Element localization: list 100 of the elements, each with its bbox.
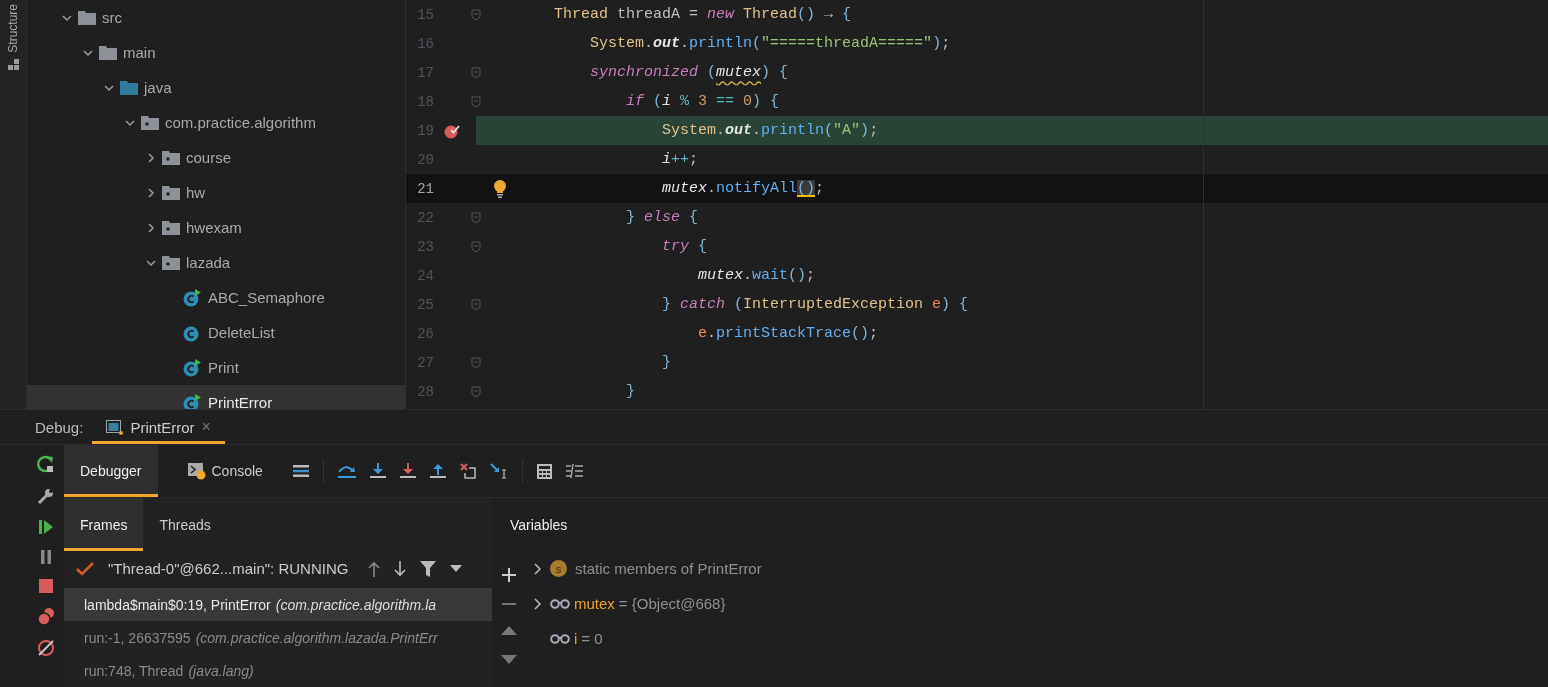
stop-icon[interactable] [38,579,53,593]
tree-item[interactable]: src [27,0,405,35]
tree-item[interactable]: Print [27,350,405,385]
frames-tab[interactable]: Threads [143,498,227,551]
code-line: if (i % 3 == 0) { [626,93,780,110]
folder-icon [120,80,138,95]
resume-icon[interactable] [37,519,54,535]
variable-value: = {Object@668} [618,595,726,612]
code-line: e.printStackTrace(); [698,325,879,342]
folder-icon [78,10,96,25]
window-icon [106,419,124,435]
breakpoints-icon[interactable] [36,607,55,625]
chevron-down-icon[interactable] [125,117,135,128]
code-line: } [662,354,671,371]
line-number: 18 [416,93,434,110]
down-triangle-icon[interactable] [501,655,517,664]
trace-icon[interactable] [565,464,583,478]
code-line: Thread threadA = new Thread() → { [554,6,852,23]
structure-tab[interactable]: Structure [6,4,20,53]
code-line: try { [662,238,708,255]
chevron-down-icon[interactable] [146,257,156,268]
rerun-icon[interactable] [36,455,55,473]
tree-item[interactable]: hwexam [27,210,405,245]
close-icon[interactable]: × [201,418,211,436]
step-into-icon[interactable] [369,463,386,479]
console-icon [187,462,206,480]
lightbulb-icon[interactable] [493,179,507,198]
chevron-down-icon[interactable] [62,12,72,23]
line-number: 19 [416,122,434,139]
filter-icon[interactable] [420,560,437,577]
wrench-icon[interactable] [36,487,55,505]
tree-item[interactable]: com.practice.algorithm [27,105,405,140]
package-icon [162,220,180,235]
glasses-icon [550,598,570,609]
tree-item[interactable]: course [27,140,405,175]
chevron-down-icon[interactable] [83,47,93,58]
line-number: 27 [416,354,434,371]
chevron-right-icon[interactable] [146,222,156,233]
down-arrow-icon[interactable] [394,560,407,577]
structure-icon [7,58,19,70]
tree-item[interactable]: lazada [27,245,405,280]
chevron-right-icon[interactable] [534,597,542,610]
tree-item[interactable]: PrintError [27,385,405,409]
up-arrow-icon[interactable] [368,560,381,577]
tree-item[interactable]: ABC_Semaphore [27,280,405,315]
run-to-cursor-icon[interactable] [489,463,508,479]
variable-name[interactable]: i [574,630,578,647]
up-triangle-icon[interactable] [501,626,517,635]
glasses-icon [550,633,570,644]
calculator-icon[interactable] [536,463,552,479]
debug-label: Debug: [35,418,84,436]
plus-icon[interactable] [502,568,516,582]
variable-label[interactable]: static members of PrintError [575,560,762,577]
line-number: 26 [416,325,434,342]
tree-item[interactable]: hw [27,175,405,210]
line-number: 25 [416,296,434,313]
line-number: 24 [416,267,434,284]
line-number: 20 [416,151,434,168]
force-step-into-icon[interactable] [399,463,416,479]
stack-frame[interactable]: run:-1, 26637595 (com.practice.algorithm.lazada.PrintErr [64,621,492,654]
debug-tab[interactable]: Debugger [64,445,158,497]
thread-selector[interactable]: "Thread-0"@662...main": RUNNING [108,560,349,577]
variables-title: Variables [510,515,569,535]
chevron-right-icon[interactable] [146,187,156,198]
code-line: mutex.notifyAll(); [662,180,825,197]
debug-tab[interactable]: Console [171,445,279,497]
stack-frame[interactable]: lambda$main$0:19, PrintError (com.practice.algorithm.la [64,588,492,621]
mute-breakpoints-icon[interactable] [36,639,55,657]
stack-frame[interactable]: run:748, Thread (java.lang) [64,654,492,687]
line-number: 21 [416,180,434,197]
line-number: 22 [416,209,434,226]
tree-item[interactable]: java [27,70,405,105]
code-line: i++; [662,151,699,168]
code-line: mutex.wait(); [698,267,816,284]
step-over-icon[interactable] [337,463,356,479]
frames-tab[interactable]: Frames [64,498,144,551]
line-number: 15 [416,6,434,23]
tree-item[interactable]: main [27,35,405,70]
chevron-down-icon[interactable] [104,82,114,93]
code-line: System.out.println("=====threadA====="); [590,35,951,52]
chevron-right-icon[interactable] [534,562,542,575]
tree-item[interactable]: DeleteList [27,315,405,350]
check-icon [76,561,94,576]
dropdown-icon[interactable] [450,564,463,573]
minus-icon[interactable] [502,602,516,606]
list-icon[interactable] [292,464,309,478]
chevron-right-icon[interactable] [146,152,156,163]
variable-value: = 0 [581,630,603,647]
variable-name[interactable]: mutex [574,595,615,612]
code-line: synchronized (mutex) { [590,64,789,81]
step-out-icon[interactable] [429,463,446,479]
line-number: 16 [416,35,434,52]
code-line: } catch (InterruptedException e) { [662,296,969,313]
session-tab[interactable]: PrintError × [92,410,225,444]
static-badge: s [550,560,567,577]
package-icon [162,255,180,270]
line-number: 17 [416,64,434,81]
drop-frame-icon[interactable] [459,463,476,479]
line-number: 23 [416,238,434,255]
pause-icon[interactable] [38,549,53,565]
